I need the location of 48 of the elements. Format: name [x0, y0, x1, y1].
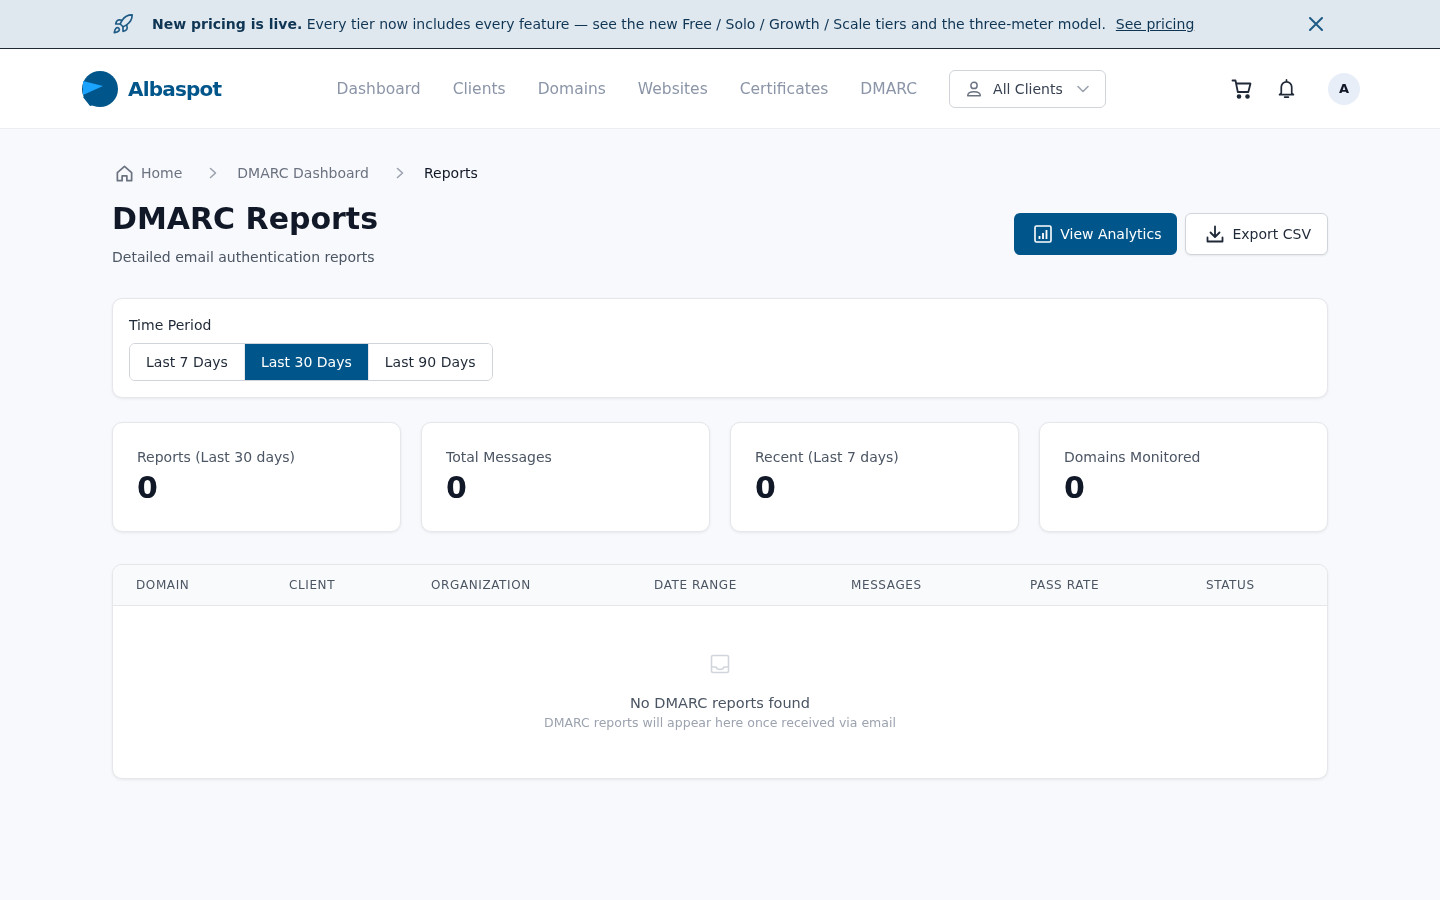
stat-value: 0 — [755, 470, 777, 506]
user-avatar[interactable]: A — [1328, 72, 1360, 105]
banner-message: New pricing is live. Every tier now includes every feature — see the new Free / Solo / Growth / Scale tiers and the three-meter model. — [152, 16, 1106, 32]
close-button[interactable] — [1309, 17, 1323, 31]
stat-label: Reports (Last 30 days) — [137, 448, 296, 467]
download-icon — [1206, 225, 1225, 243]
stat-label: Total Messages — [446, 448, 553, 467]
column-header: PASS RATE — [1030, 578, 1101, 592]
page-title: DMARC Reports — [112, 201, 379, 237]
logo-icon — [82, 70, 118, 107]
inbox-icon — [710, 654, 730, 674]
empty-state-title: No DMARC reports found — [630, 694, 810, 713]
user-icon — [965, 79, 984, 98]
time-period-label: Time Period — [129, 316, 213, 335]
column-header: MESSAGES — [851, 578, 923, 592]
empty-state-message: DMARC reports will appear here once received via email — [544, 714, 896, 732]
chevron-right-icon — [396, 167, 404, 179]
period-option[interactable]: Last 30 Days — [244, 344, 369, 380]
breadcrumb-link[interactable]: DMARC Dashboard — [237, 165, 369, 181]
notifications-button[interactable] — [1277, 78, 1296, 99]
cart-icon — [1231, 77, 1253, 100]
bell-icon — [1277, 78, 1296, 99]
bar-chart-icon — [1034, 225, 1053, 243]
column-header: ORGANIZATION — [431, 578, 532, 592]
column-header: DATE RANGE — [654, 578, 738, 592]
column-header: STATUS — [1206, 578, 1256, 592]
breadcrumb-link[interactable]: Reports — [424, 165, 478, 181]
export-csv-button[interactable]: Export CSV — [1185, 213, 1328, 255]
close-icon — [1309, 17, 1323, 31]
breadcrumb-link[interactable]: Home — [141, 165, 183, 181]
client-picker[interactable]: All Clients — [949, 69, 1106, 108]
stat-value: 0 — [1064, 470, 1086, 506]
chevron-down-icon — [1076, 84, 1089, 93]
column-header: DOMAIN — [136, 578, 191, 592]
see-pricing-link[interactable]: See pricing — [1115, 16, 1195, 32]
stat-value: 0 — [137, 470, 159, 506]
chevron-right-icon — [209, 167, 218, 179]
cart-button[interactable] — [1231, 77, 1253, 100]
home-icon — [115, 163, 134, 183]
stat-label: Recent (Last 7 days) — [755, 448, 900, 467]
stat-label: Domains Monitored — [1064, 448, 1202, 467]
column-header: CLIENT — [289, 578, 337, 592]
view-analytics-button[interactable]: View Analytics — [1014, 213, 1178, 255]
rocket-icon — [112, 13, 134, 35]
page-subtitle: Detailed email authentication reports — [112, 248, 376, 267]
stat-value: 0 — [446, 470, 468, 506]
logo-wordmark: Albaspot — [128, 76, 222, 101]
period-option[interactable]: Last 7 Days — [130, 344, 245, 380]
